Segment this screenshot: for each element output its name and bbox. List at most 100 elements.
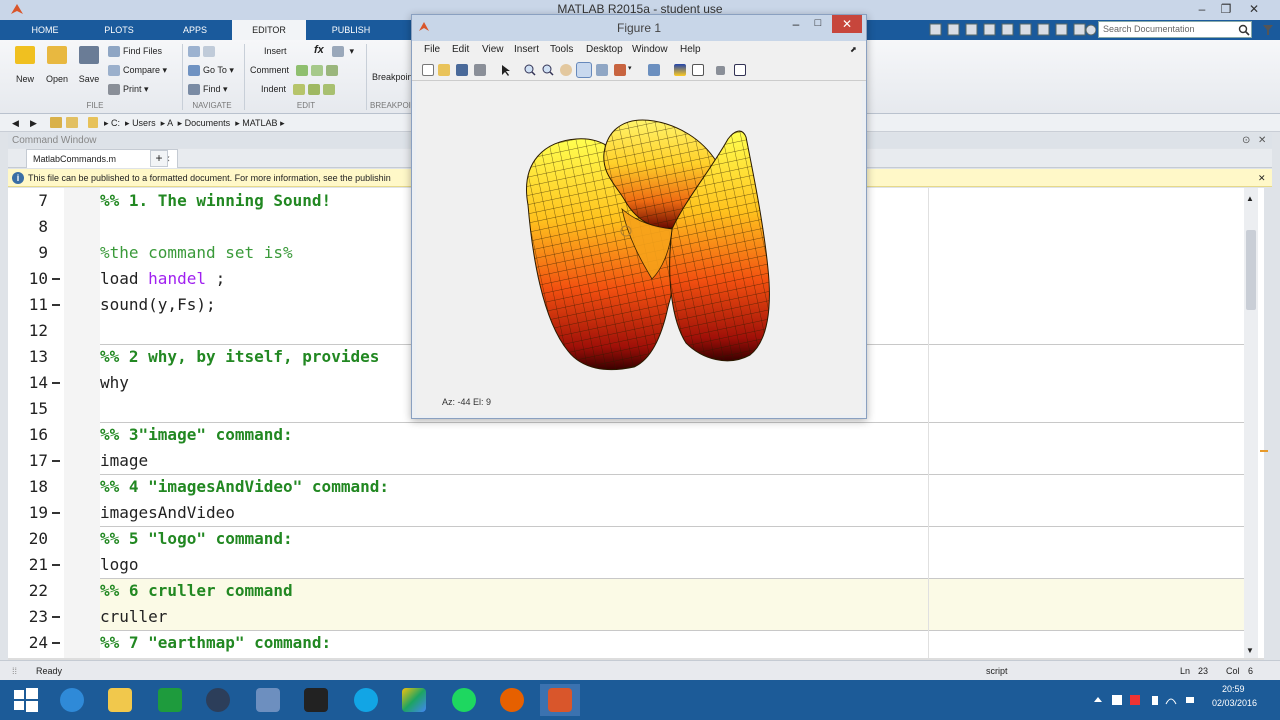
menu-view[interactable]: View <box>482 41 504 59</box>
scroll-down-icon[interactable]: ▼ <box>1246 646 1254 655</box>
taskbar-matlab[interactable] <box>540 684 580 716</box>
taskbar-skype[interactable] <box>346 684 386 716</box>
pan-icon[interactable] <box>560 64 572 76</box>
folder-up-icon[interactable] <box>50 117 62 128</box>
panel-menu-icon[interactable]: ⊙ <box>1242 133 1250 148</box>
zoom-in-icon[interactable] <box>524 64 536 76</box>
compare-button[interactable]: Compare ▾ <box>108 65 167 77</box>
print-figure-icon[interactable] <box>474 64 486 76</box>
forward-icon[interactable]: ▶ <box>30 114 37 132</box>
breakpoints-button[interactable]: Breakpoints <box>372 72 412 82</box>
find-files-button[interactable]: Find Files <box>108 46 162 58</box>
comment-button[interactable]: Comment <box>250 65 341 77</box>
colorbar-icon[interactable] <box>674 64 686 76</box>
save-figure-icon[interactable] <box>456 64 468 76</box>
taskbar-firefox[interactable] <box>492 684 532 716</box>
new-button[interactable]: New <box>12 46 38 96</box>
close-button[interactable]: ✕ <box>1240 0 1268 18</box>
code-line[interactable]: 18 %% 4 "imagesAndVideo" command: <box>8 474 1244 500</box>
new-figure-icon[interactable] <box>422 64 434 76</box>
print-button[interactable]: Print ▾ <box>108 84 149 96</box>
back-icon[interactable]: ◀ <box>12 114 19 132</box>
figure-minimize-button[interactable]: – <box>786 17 806 31</box>
filter-icon[interactable] <box>1262 24 1274 36</box>
figure-window[interactable]: Figure 1 – □ ✕ File Edit View Insert Too… <box>411 14 867 419</box>
show-plot-tools-icon[interactable] <box>734 64 746 76</box>
taskbar-drive[interactable] <box>394 684 434 716</box>
legend-icon[interactable] <box>692 64 704 76</box>
code-line[interactable]: 22 %% 6 cruller command <box>8 578 1244 604</box>
taskbar-amazon[interactable] <box>296 684 336 716</box>
tab-publish[interactable]: PUBLISH <box>314 20 388 40</box>
menu-desktop[interactable]: Desktop <box>586 41 623 59</box>
search-icon[interactable] <box>1238 24 1250 36</box>
find-button[interactable]: Find ▾ <box>188 84 228 96</box>
code-line[interactable]: 21 logo <box>8 552 1244 578</box>
menu-window[interactable]: Window <box>632 41 668 59</box>
code-line[interactable]: 20 %% 5 "logo" command: <box>8 526 1244 552</box>
executable-line-marker[interactable] <box>52 616 60 618</box>
edit-plot-icon[interactable] <box>500 64 512 76</box>
executable-line-marker[interactable] <box>52 382 60 384</box>
clock-date[interactable]: 02/03/2016 <box>1212 698 1257 708</box>
back-forward-icon[interactable] <box>188 46 218 58</box>
tab-plots[interactable]: PLOTS <box>96 20 142 40</box>
scrollbar-thumb[interactable] <box>1246 230 1256 310</box>
scroll-up-icon[interactable]: ▲ <box>1246 194 1254 203</box>
brush-dropdown-icon[interactable]: ▾ <box>628 64 640 76</box>
figure-close-button[interactable]: ✕ <box>832 15 862 33</box>
go-to-button[interactable]: Go To ▾ <box>188 65 234 77</box>
indent-button[interactable]: Indent <box>261 84 338 96</box>
taskbar-app4[interactable] <box>198 684 238 716</box>
new-tab-button[interactable]: + <box>150 150 168 167</box>
taskbar-app5[interactable] <box>248 684 288 716</box>
browse-folder-icon[interactable] <box>66 117 78 128</box>
code-line[interactable]: 19 imagesAndVideo <box>8 500 1244 526</box>
system-tray-icons[interactable] <box>1092 694 1198 706</box>
code-line[interactable]: 16 %% 3"image" command: <box>8 422 1244 448</box>
open-file-icon[interactable] <box>438 64 450 76</box>
start-button[interactable] <box>6 684 46 716</box>
info-close-icon[interactable]: ✕ <box>1258 169 1266 187</box>
executable-line-marker[interactable] <box>52 564 60 566</box>
executable-line-marker[interactable] <box>52 512 60 514</box>
code-line[interactable]: 24 %% 7 "earthmap" command: <box>8 630 1244 656</box>
zoom-out-icon[interactable] <box>542 64 554 76</box>
executable-line-marker[interactable] <box>52 304 60 306</box>
rotate-3d-icon[interactable] <box>576 62 592 78</box>
menu-dock-icon[interactable]: ⬈ <box>850 41 857 59</box>
insert-section-icon[interactable]: ▾ <box>332 46 354 58</box>
taskbar-explorer[interactable] <box>100 684 140 716</box>
link-plot-icon[interactable] <box>648 64 660 76</box>
cruller-surface-plot[interactable]: Az: -44 El: 9 <box>416 81 862 415</box>
menu-file[interactable]: File <box>424 41 440 59</box>
taskbar-ie[interactable] <box>52 684 92 716</box>
menu-edit[interactable]: Edit <box>452 41 469 59</box>
quick-access-icons[interactable] <box>928 23 1097 37</box>
tab-apps[interactable]: APPS <box>172 20 218 40</box>
menu-insert[interactable]: Insert <box>514 41 539 59</box>
fx-button[interactable]: fx <box>314 44 324 56</box>
breadcrumb[interactable]: ▸ C: ▸ Users ▸ A ▸ Documents ▸ MATLAB ▸ <box>104 114 285 132</box>
hide-plot-tools-icon[interactable] <box>716 66 725 75</box>
code-line[interactable]: 23 cruller <box>8 604 1244 630</box>
code-line[interactable]: 17 image <box>8 448 1244 474</box>
clock-time[interactable]: 20:59 <box>1222 684 1245 694</box>
insert-button[interactable]: Insert <box>264 46 287 56</box>
menu-help[interactable]: Help <box>680 41 701 59</box>
panel-close-icon[interactable]: ✕ <box>1258 133 1266 148</box>
executable-line-marker[interactable] <box>52 642 60 644</box>
executable-line-marker[interactable] <box>52 278 60 280</box>
open-button[interactable]: Open <box>44 46 70 96</box>
menu-tools[interactable]: Tools <box>550 41 573 59</box>
taskbar-store[interactable] <box>150 684 190 716</box>
executable-line-marker[interactable] <box>52 460 60 462</box>
tab-home[interactable]: HOME <box>22 20 68 40</box>
save-button[interactable]: Save <box>76 46 102 96</box>
figure-maximize-button[interactable]: □ <box>808 17 828 29</box>
tab-editor[interactable]: EDITOR <box>232 20 306 40</box>
data-cursor-icon[interactable] <box>596 64 608 76</box>
maximize-button[interactable]: ❐ <box>1212 0 1240 18</box>
taskbar-spotify[interactable] <box>444 684 484 716</box>
figure-axes-canvas[interactable]: Az: -44 El: 9 <box>416 81 862 415</box>
